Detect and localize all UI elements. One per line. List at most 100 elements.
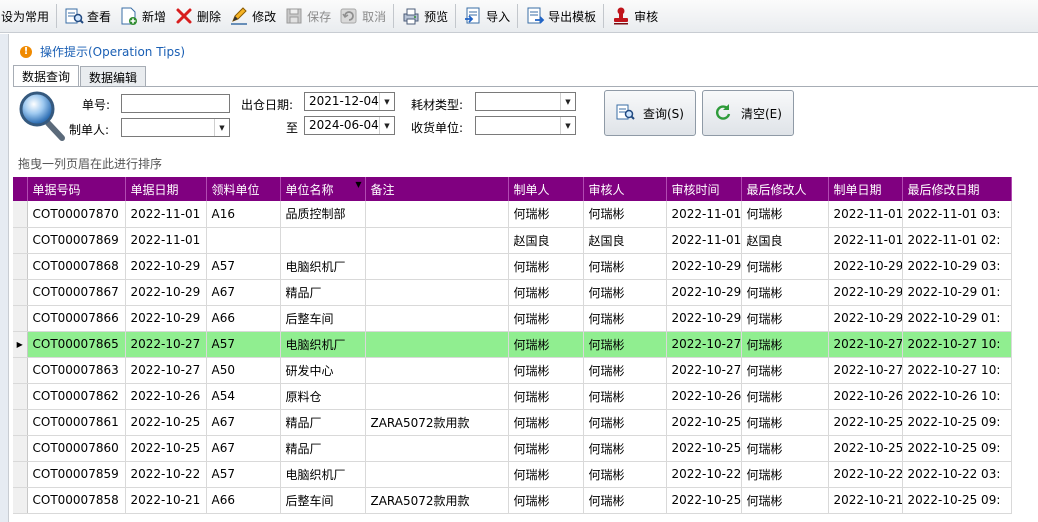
table-cell[interactable]: A67 bbox=[206, 279, 281, 306]
row-indicator[interactable] bbox=[13, 487, 28, 514]
receiver-select[interactable]: ▼ bbox=[475, 116, 576, 135]
bill-no-input[interactable] bbox=[121, 94, 230, 113]
table-cell[interactable]: 电脑织机厂 bbox=[280, 253, 366, 280]
table-cell[interactable] bbox=[365, 279, 509, 306]
column-header[interactable]: 最后修改人 bbox=[741, 177, 829, 201]
table-cell[interactable]: 2022-10-29 bbox=[125, 305, 207, 332]
table-cell[interactable]: 何瑞彬 bbox=[741, 253, 829, 280]
table-cell[interactable]: COT00007870 bbox=[27, 201, 126, 228]
table-cell[interactable]: A67 bbox=[206, 409, 281, 436]
row-indicator[interactable] bbox=[13, 357, 28, 384]
row-indicator[interactable] bbox=[13, 201, 28, 228]
table-row[interactable]: COT00007860 2022-10-25 A67 精品厂 何瑞彬 何瑞彬 2022-10… bbox=[13, 435, 1012, 462]
column-header[interactable]: 审核人 bbox=[583, 177, 667, 201]
table-cell[interactable]: A57 bbox=[206, 253, 281, 280]
table-cell[interactable]: COT00007866 bbox=[27, 305, 126, 332]
table-cell[interactable]: 何瑞彬 bbox=[741, 305, 829, 332]
table-cell[interactable]: COT00007858 bbox=[27, 487, 126, 514]
table-row[interactable]: COT00007859 2022-10-22 A57 电脑织机厂 何瑞彬 何瑞彬 2022-… bbox=[13, 461, 1012, 488]
table-cell[interactable]: 何瑞彬 bbox=[741, 357, 829, 384]
table-cell[interactable] bbox=[365, 383, 509, 410]
table-cell[interactable]: 2022-10-22 03: bbox=[902, 461, 1012, 488]
table-cell[interactable]: 何瑞彬 bbox=[583, 253, 667, 280]
table-cell[interactable]: 2022-10-25 bbox=[666, 409, 742, 436]
row-indicator[interactable] bbox=[13, 435, 28, 462]
table-cell[interactable] bbox=[365, 435, 509, 462]
table-cell[interactable]: 何瑞彬 bbox=[583, 487, 667, 514]
table-cell[interactable]: 何瑞彬 bbox=[583, 305, 667, 332]
table-cell[interactable] bbox=[365, 227, 509, 254]
table-cell[interactable]: 2022-10-27 10: bbox=[902, 357, 1012, 384]
creator-select[interactable]: ▼ bbox=[121, 118, 230, 137]
table-cell[interactable]: 2022-10-29 03: bbox=[902, 253, 1012, 280]
table-cell[interactable]: A16 bbox=[206, 201, 281, 228]
table-cell[interactable]: 品质控制部 bbox=[280, 201, 366, 228]
table-row[interactable]: COT00007863 2022-10-27 A50 研发中心 何瑞彬 何瑞彬 2022-1… bbox=[13, 357, 1012, 384]
table-cell[interactable]: 何瑞彬 bbox=[583, 383, 667, 410]
table-cell[interactable] bbox=[206, 227, 281, 254]
table-row[interactable]: COT00007868 2022-10-29 A57 电脑织机厂 何瑞彬 何瑞彬 2022-… bbox=[13, 253, 1012, 280]
table-cell[interactable]: 2022-10-22 bbox=[828, 461, 903, 488]
column-header[interactable]: 单据日期 bbox=[125, 177, 207, 201]
table-cell[interactable]: 精品厂 bbox=[280, 409, 366, 436]
table-cell[interactable]: 2022-10-22 bbox=[125, 461, 207, 488]
table-cell[interactable]: 原料仓 bbox=[280, 383, 366, 410]
table-cell[interactable]: COT00007863 bbox=[27, 357, 126, 384]
table-cell[interactable]: 2022-10-26 10: bbox=[902, 383, 1012, 410]
table-cell[interactable]: COT00007861 bbox=[27, 409, 126, 436]
clear-button[interactable]: 清空(E) bbox=[702, 90, 794, 136]
table-row[interactable]: COT00007870 2022-11-01 A16 品质控制部 何瑞彬 何瑞彬 2022-… bbox=[13, 201, 1012, 228]
table-row[interactable]: COT00007862 2022-10-26 A54 原料仓 何瑞彬 何瑞彬 2022-10… bbox=[13, 383, 1012, 410]
table-row[interactable]: COT00007867 2022-10-29 A67 精品厂 何瑞彬 何瑞彬 2022-10… bbox=[13, 279, 1012, 306]
preview-button[interactable]: 预览 bbox=[397, 1, 452, 31]
tab-data-query[interactable]: 数据查询 bbox=[13, 65, 80, 87]
table-cell[interactable]: 何瑞彬 bbox=[508, 253, 584, 280]
table-cell[interactable]: 电脑织机厂 bbox=[280, 331, 366, 358]
column-header[interactable]: 备注 bbox=[365, 177, 509, 201]
table-cell[interactable]: 2022-10-29 bbox=[828, 279, 903, 306]
table-cell[interactable]: COT00007867 bbox=[27, 279, 126, 306]
table-cell[interactable]: COT00007859 bbox=[27, 461, 126, 488]
table-cell[interactable]: 2022-10-29 bbox=[125, 279, 207, 306]
table-cell[interactable]: 2022-11-01 bbox=[125, 227, 207, 254]
table-cell[interactable]: 何瑞彬 bbox=[583, 357, 667, 384]
table-cell[interactable]: 何瑞彬 bbox=[741, 383, 829, 410]
table-cell[interactable]: 何瑞彬 bbox=[508, 201, 584, 228]
table-cell[interactable] bbox=[365, 357, 509, 384]
table-cell[interactable]: 2022-11-01 bbox=[666, 227, 742, 254]
table-cell[interactable]: ZARA5072款用款 bbox=[365, 487, 509, 514]
table-cell[interactable]: 何瑞彬 bbox=[583, 461, 667, 488]
table-cell[interactable]: 何瑞彬 bbox=[583, 435, 667, 462]
table-cell[interactable] bbox=[365, 305, 509, 332]
table-cell[interactable]: 精品厂 bbox=[280, 435, 366, 462]
table-cell[interactable]: 2022-11-01 02: bbox=[902, 227, 1012, 254]
table-cell[interactable]: 赵国良 bbox=[508, 227, 584, 254]
table-cell[interactable]: 何瑞彬 bbox=[741, 409, 829, 436]
table-cell[interactable]: 2022-10-22 bbox=[666, 461, 742, 488]
row-indicator[interactable] bbox=[13, 305, 28, 332]
table-cell[interactable]: 何瑞彬 bbox=[741, 331, 829, 358]
table-cell[interactable]: 何瑞彬 bbox=[508, 487, 584, 514]
edit-button[interactable]: 修改 bbox=[225, 1, 280, 31]
search-button[interactable]: 查询(S) bbox=[604, 90, 696, 136]
table-cell[interactable]: 2022-10-29 bbox=[666, 253, 742, 280]
table-cell[interactable]: 2022-11-01 bbox=[828, 201, 903, 228]
table-cell[interactable]: 2022-10-27 bbox=[125, 357, 207, 384]
save-button[interactable]: 保存 bbox=[280, 1, 335, 31]
delete-button[interactable]: 删除 bbox=[170, 1, 225, 31]
table-cell[interactable]: 何瑞彬 bbox=[583, 279, 667, 306]
table-cell[interactable]: A50 bbox=[206, 357, 281, 384]
export-template-button[interactable]: 导出模板 bbox=[521, 1, 600, 31]
material-type-select[interactable]: ▼ bbox=[475, 92, 576, 111]
table-cell[interactable] bbox=[280, 227, 366, 254]
table-cell[interactable]: COT00007869 bbox=[27, 227, 126, 254]
table-cell[interactable]: A57 bbox=[206, 461, 281, 488]
date-to-picker[interactable]: 2024-06-04 ▼ bbox=[304, 116, 395, 135]
table-cell[interactable]: 何瑞彬 bbox=[583, 331, 667, 358]
column-header[interactable]: 制单人 bbox=[508, 177, 584, 201]
table-cell[interactable]: A57 bbox=[206, 331, 281, 358]
table-cell[interactable]: 赵国良 bbox=[741, 227, 829, 254]
table-cell[interactable] bbox=[365, 253, 509, 280]
column-header[interactable]: 单据号码 bbox=[27, 177, 126, 201]
column-header[interactable]: 最后修改日期 bbox=[902, 177, 1012, 201]
